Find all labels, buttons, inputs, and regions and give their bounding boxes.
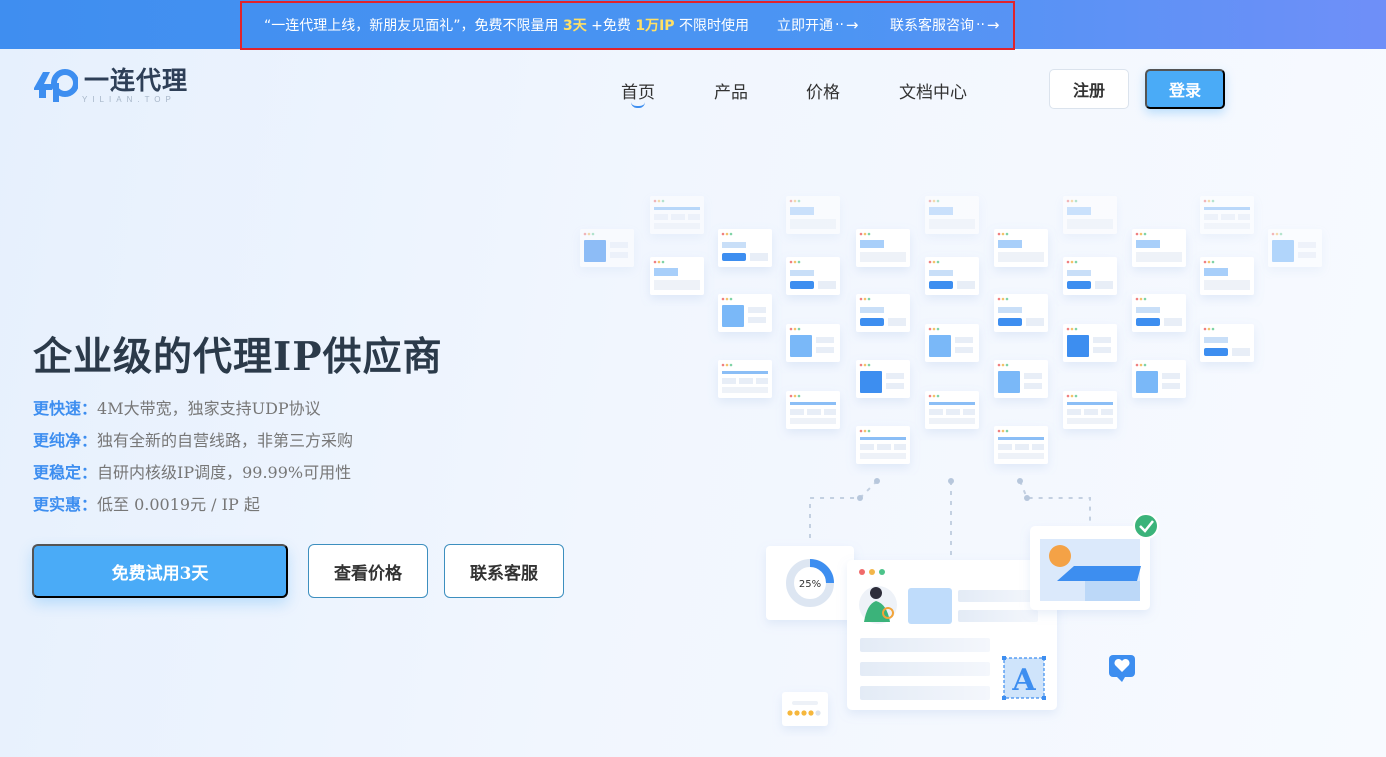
letter-tile: A <box>1002 656 1046 700</box>
hero-title: 企业级的代理IP供应商 <box>33 334 443 380</box>
window-card <box>718 360 772 398</box>
window-card <box>994 360 1048 398</box>
star-icon <box>815 710 821 716</box>
logo-subtext: YILIAN.TOP <box>82 95 176 104</box>
window-card <box>1063 391 1117 429</box>
nav-pricing[interactable]: 价格 <box>806 78 840 103</box>
hero-illustration: 25% A <box>580 196 1322 726</box>
window-card <box>718 294 772 332</box>
feature-value: 4M大带宽，独家支持UDP协议 <box>97 399 321 418</box>
window-card <box>1200 196 1254 234</box>
window-card <box>650 196 704 234</box>
letter-tile-label: A <box>1011 663 1036 698</box>
window-card <box>1268 229 1322 267</box>
feature-speed: 更快速：4M大带宽，独家支持UDP协议 <box>33 395 321 419</box>
window-card <box>786 257 840 295</box>
star-icon <box>808 710 814 716</box>
donut-label: 25% <box>799 579 821 590</box>
star-icon <box>794 710 800 716</box>
highlight-box <box>240 1 1015 50</box>
rating-card <box>782 692 828 726</box>
window-card <box>1063 324 1117 362</box>
check-icon <box>1133 513 1159 539</box>
window-card <box>925 391 979 429</box>
window-card <box>856 360 910 398</box>
window-card <box>856 294 910 332</box>
feature-value: 低至 0.0019元 / IP 起 <box>97 495 260 514</box>
window-card <box>1063 257 1117 295</box>
window-card <box>925 196 979 234</box>
logo-icon <box>34 69 78 102</box>
login-button[interactable]: 登录 <box>1145 69 1225 109</box>
feature-key: 更实惠： <box>33 495 98 514</box>
heart-icon <box>1109 655 1135 682</box>
feature-purity: 更纯净：独有全新的自营线路，非第三方采购 <box>33 427 353 451</box>
feature-stability: 更稳定：自研内核级IP调度，99.99%可用性 <box>33 459 351 483</box>
window-card <box>650 257 704 295</box>
feature-price: 更实惠：低至 0.0019元 / IP 起 <box>33 491 260 515</box>
window-card <box>856 229 910 267</box>
view-pricing-button[interactable]: 查看价格 <box>308 544 428 598</box>
logo-text: 一连代理 <box>84 66 189 95</box>
window-card <box>1063 196 1117 234</box>
nav-docs[interactable]: 文档中心 <box>899 78 967 103</box>
nav-home[interactable]: 首页 <box>621 78 655 108</box>
feature-key: 更快速： <box>33 399 98 418</box>
window-card <box>786 391 840 429</box>
window-card <box>994 426 1048 464</box>
window-card <box>856 426 910 464</box>
avatar-icon <box>859 586 897 624</box>
window-grid <box>580 196 1322 464</box>
window-card <box>1200 257 1254 295</box>
free-trial-button[interactable]: 免费试用3天 <box>32 544 288 598</box>
feature-value: 独有全新的自营线路，非第三方采购 <box>97 431 354 450</box>
window-card <box>718 229 772 267</box>
connector-dots <box>857 478 1030 501</box>
window-card <box>1132 360 1186 398</box>
window-card <box>580 229 634 267</box>
nav-products[interactable]: 产品 <box>714 78 748 103</box>
window-card <box>994 294 1048 332</box>
window-card <box>994 229 1048 267</box>
window-card <box>925 257 979 295</box>
contact-support-button[interactable]: 联系客服 <box>444 544 564 598</box>
feature-key: 更稳定： <box>33 463 98 482</box>
register-button[interactable]: 注册 <box>1049 69 1129 109</box>
window-card <box>1200 324 1254 362</box>
window-card <box>1132 294 1186 332</box>
logo[interactable]: 一连代理 YILIAN.TOP <box>32 66 188 104</box>
window-card <box>786 196 840 234</box>
window-card <box>925 324 979 362</box>
window-card <box>786 324 840 362</box>
window-card <box>1132 229 1186 267</box>
feature-value: 自研内核级IP调度，99.99%可用性 <box>97 463 352 482</box>
star-icon <box>801 710 807 716</box>
star-icon <box>787 710 793 716</box>
feature-key: 更纯净： <box>33 431 98 450</box>
